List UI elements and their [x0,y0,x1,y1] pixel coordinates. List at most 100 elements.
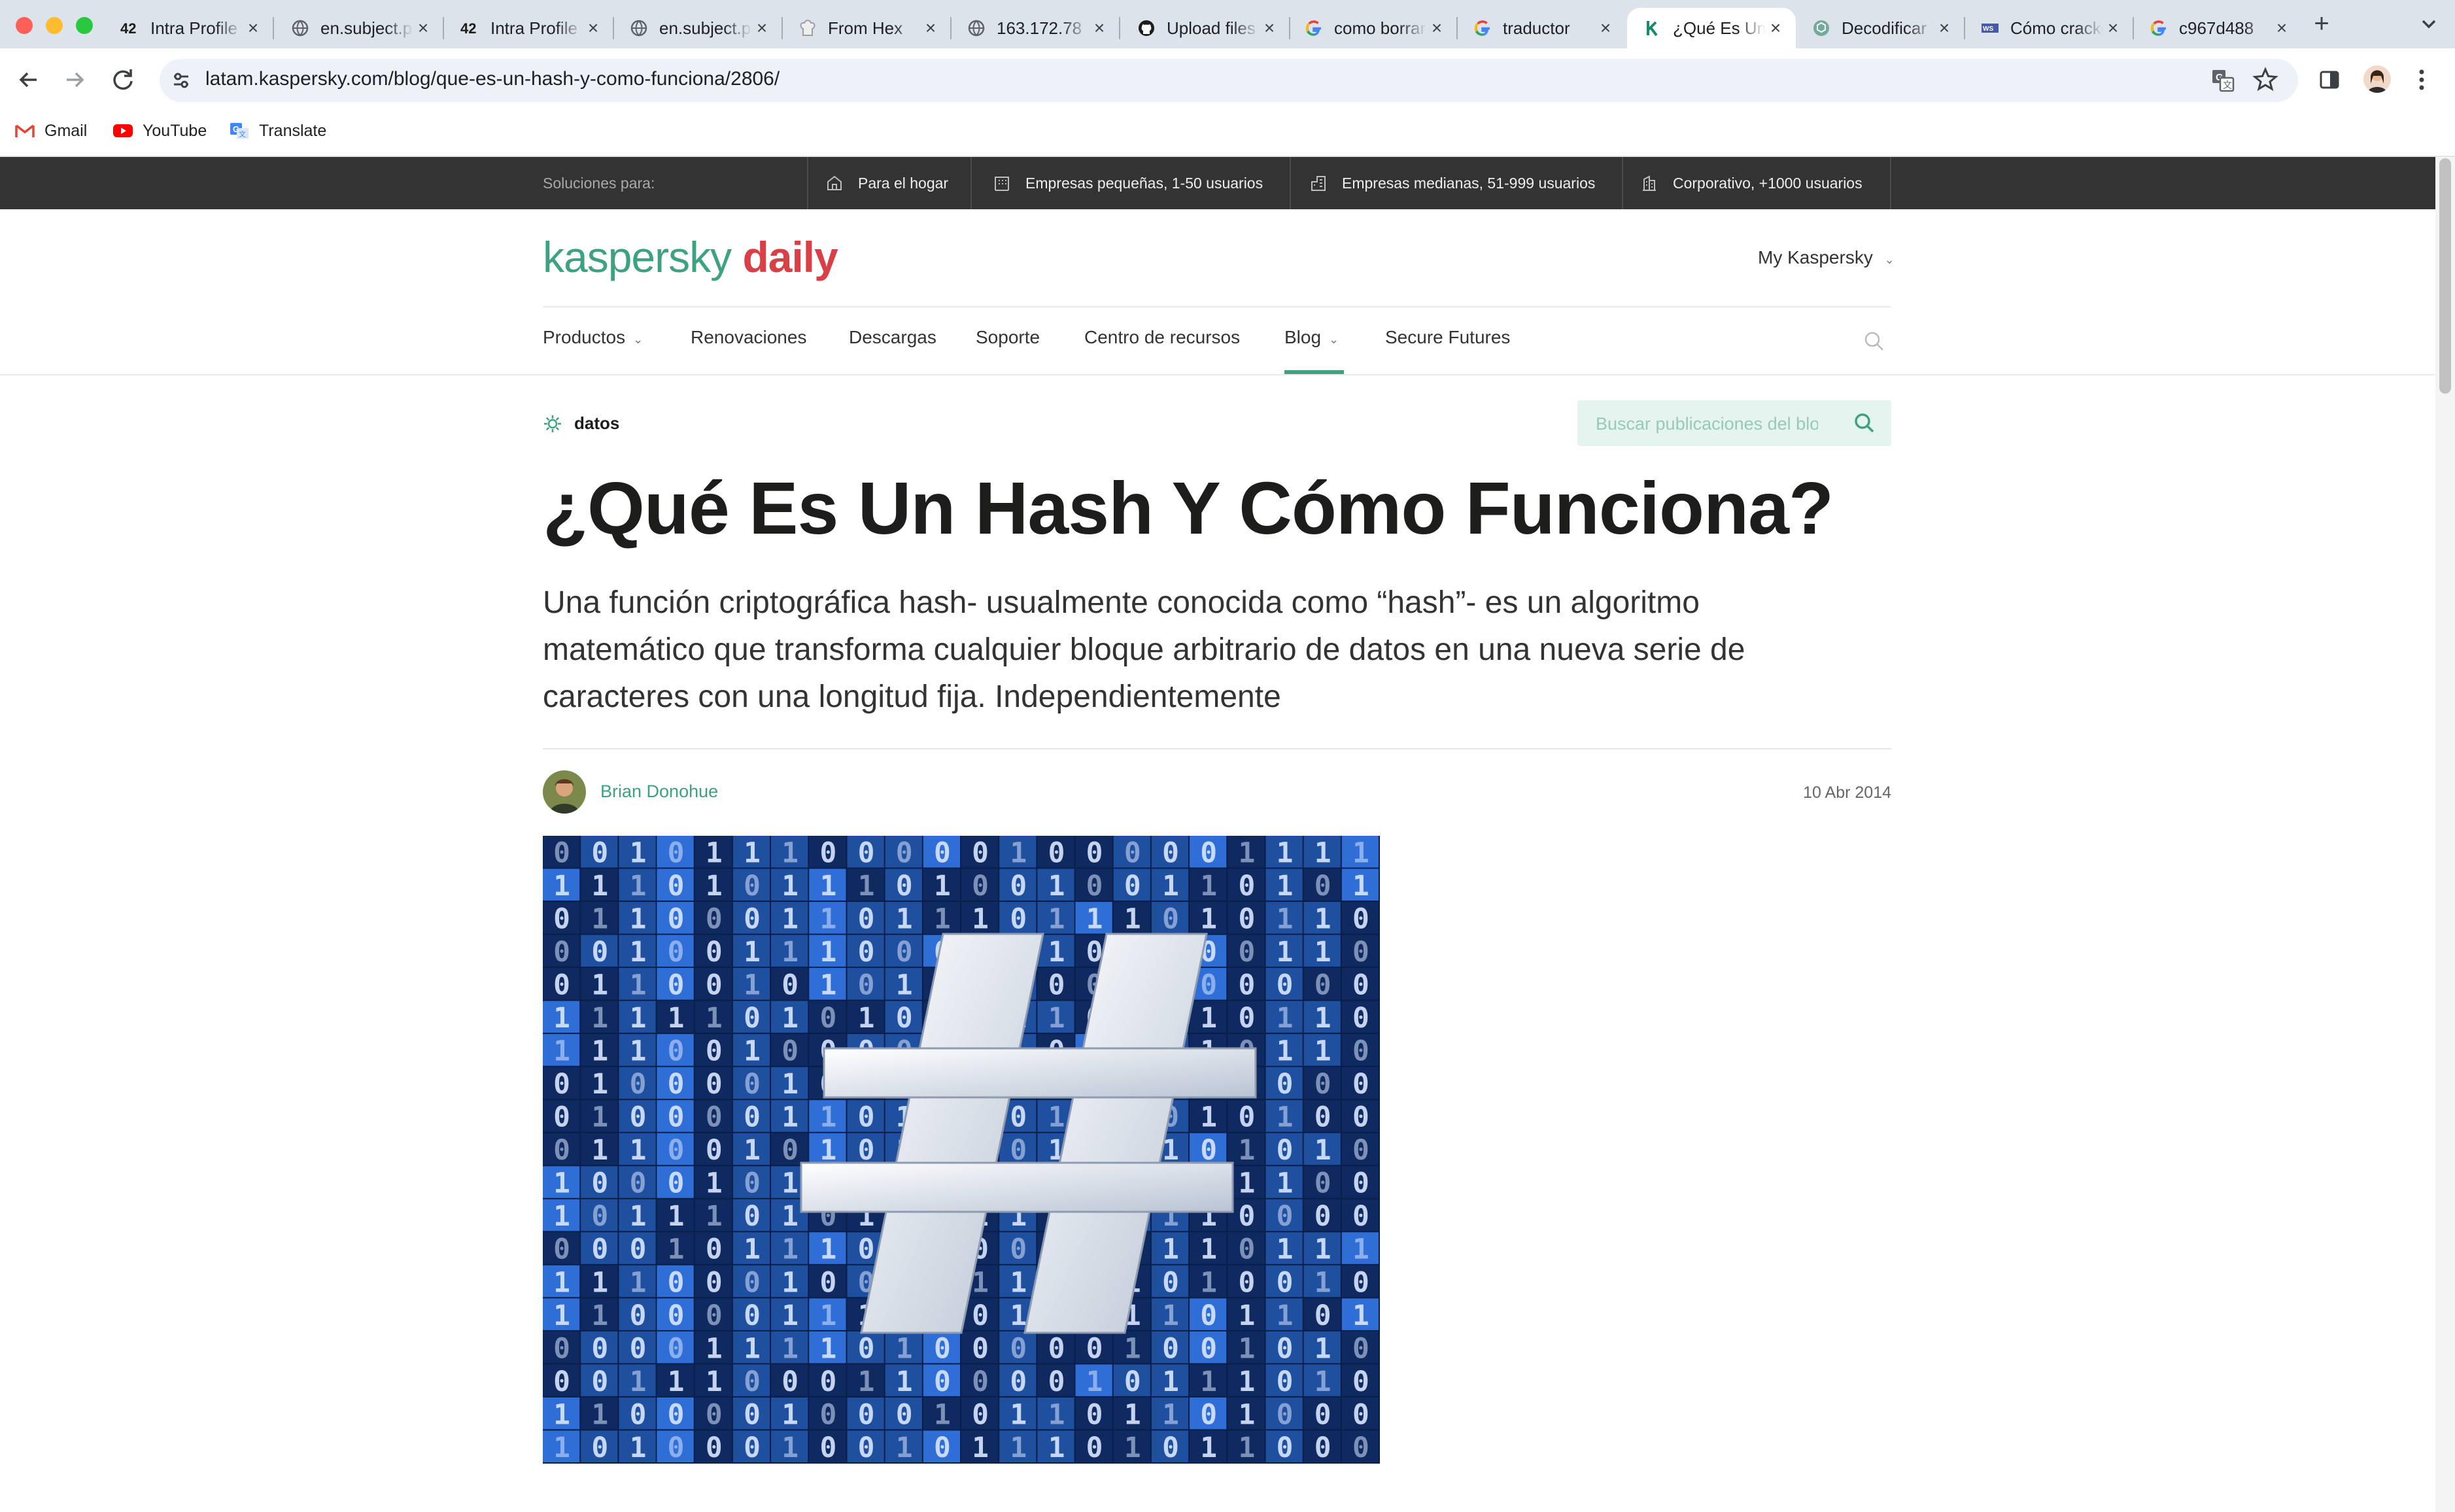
binary-digit: 0 [1124,836,1141,869]
binary-digit: 1 [591,1266,608,1299]
browser-tab[interactable]: 163.172.78 × [951,8,1120,48]
minimize-window-button[interactable] [46,17,63,34]
site-info-icon[interactable] [170,69,192,92]
back-button[interactable] [13,64,44,95]
binary-digit: 1 [1352,1233,1369,1266]
maximize-window-button[interactable] [76,17,93,34]
close-icon[interactable]: × [752,18,772,39]
close-icon[interactable]: × [1934,18,1954,39]
close-icon[interactable]: × [1596,18,1615,39]
nav-blog[interactable]: Blog ⌄ [1284,327,1339,348]
house-icon [827,175,842,190]
binary-digit: 1 [1048,870,1065,902]
browser-tab[interactable]: From Hex × [782,8,951,48]
scrollbar-thumb[interactable] [2439,158,2451,394]
binary-digit: 0 [553,936,570,969]
browser-tab-active[interactable]: ¿Qué Es Un Hash× [1627,8,1796,48]
new-tab-button[interactable]: + [2309,9,2335,38]
skyscraper-icon [1643,175,1656,191]
solution-medium-business[interactable]: Empresas medianas, 51-999 usuarios [1309,157,1595,209]
binary-digit: 1 [934,870,951,902]
binary-digit: 1 [1200,903,1217,936]
close-icon[interactable]: × [243,18,263,39]
kaspersky-daily-logo[interactable]: kaspersky daily [543,232,838,282]
binary-digit: 1 [553,1432,570,1464]
binary-digit: 1 [1314,1134,1331,1167]
solution-corporate[interactable]: Corporativo, +1000 usuarios [1640,157,1863,209]
author-avatar[interactable] [543,770,586,814]
solution-small-business[interactable]: Empresas pequeñas, 1-50 usuarios [993,157,1263,209]
site-search-button[interactable] [1863,330,1886,353]
tab-title: From Hex [828,18,903,38]
publish-date: 10 Abr 2014 [1803,783,1891,802]
binary-digit: 1 [1010,836,1027,869]
close-window-button[interactable] [16,17,33,34]
close-icon[interactable]: × [413,18,433,39]
nav-descargas[interactable]: Descargas [849,327,936,348]
my-kaspersky-menu[interactable]: My Kaspersky ⌄ [1758,247,1895,268]
nav-productos[interactable]: Productos ⌄ [543,327,643,348]
binary-digit: 1 [1352,836,1369,869]
bookmark-star-icon[interactable] [2252,67,2278,93]
nav-soporte[interactable]: Soporte [976,327,1040,348]
binary-digit: 1 [591,1134,608,1167]
side-panel-icon[interactable] [2318,68,2341,92]
close-icon[interactable]: × [583,18,603,39]
close-icon[interactable]: × [2272,18,2292,39]
browser-tab[interactable]: en.subject.pdf× [275,8,443,48]
binary-digit: 1 [630,836,647,869]
author-name[interactable]: Brian Donohue [600,782,718,802]
browser-tab[interactable]: c967d488 × [2133,8,2302,48]
bookmark-gmail[interactable]: Gmail [14,118,87,144]
close-icon[interactable]: × [921,18,940,39]
binary-digit: 1 [553,1266,570,1299]
binary-digit: 0 [668,1134,685,1167]
search-icon[interactable] [1852,411,1877,436]
browser-tab[interactable]: traductor × [1457,8,1626,48]
binary-digit: 1 [1314,836,1331,869]
binary-digit: 1 [781,1002,798,1035]
binary-digit: 0 [1086,836,1103,869]
binary-digit: 0 [1314,870,1331,902]
nav-renovaciones[interactable]: Renovaciones [691,327,806,348]
browser-tab[interactable]: 42 Intra Profile × [105,8,273,48]
browser-tab[interactable]: WS Cómo crackear× [1965,8,2133,48]
binary-digit: 0 [630,1332,647,1365]
binary-digit: 0 [1048,969,1065,1002]
browser-tab[interactable]: 42 Intra Profile × [445,8,613,48]
browser-tab[interactable]: Decodificar × [1796,8,1965,48]
close-icon[interactable]: × [1090,18,1109,39]
binary-digit: 0 [1352,1366,1369,1398]
browser-tab[interactable]: en.subject.pdf× [613,8,782,48]
close-icon[interactable]: × [1427,18,1447,39]
blog-search-input[interactable] [1594,408,1819,439]
solution-home[interactable]: Para el hogar [825,157,948,209]
tab-search-button[interactable] [2417,12,2441,35]
url-text[interactable]: latam.kaspersky.com/blog/que-es-un-hash-… [205,68,780,90]
article-tag[interactable]: datos [543,413,619,434]
bookmark-translate[interactable]: G文 Translate [229,118,326,144]
close-icon[interactable]: × [2103,18,2123,39]
binary-digit: 1 [591,1398,608,1431]
binary-digit: 0 [858,1432,875,1464]
close-icon[interactable]: × [1766,18,1785,39]
close-icon[interactable]: × [1260,18,1279,39]
binary-digit: 1 [668,1200,685,1233]
translate-page-icon[interactable]: G文 [2210,68,2235,93]
forward-button[interactable] [59,64,90,95]
browser-tab[interactable]: Upload files × [1121,8,1290,48]
binary-digit: 1 [706,1332,723,1365]
nav-secure-futures[interactable]: Secure Futures [1385,327,1510,348]
reload-button[interactable] [107,64,139,95]
binary-digit: 1 [1314,1266,1331,1299]
binary-digit: 1 [819,870,836,902]
binary-digit: 1 [1314,936,1331,969]
bookmark-youtube[interactable]: YouTube [112,118,207,144]
binary-digit: 1 [819,1299,836,1332]
browser-tab[interactable]: como borrar × [1288,8,1457,48]
binary-digit: 0 [744,1200,761,1233]
nav-centro-de-recursos[interactable]: Centro de recursos [1084,327,1240,348]
binary-digit: 1 [1200,1002,1217,1035]
browser-menu-icon[interactable] [2417,67,2426,93]
profile-avatar[interactable] [2363,65,2391,93]
